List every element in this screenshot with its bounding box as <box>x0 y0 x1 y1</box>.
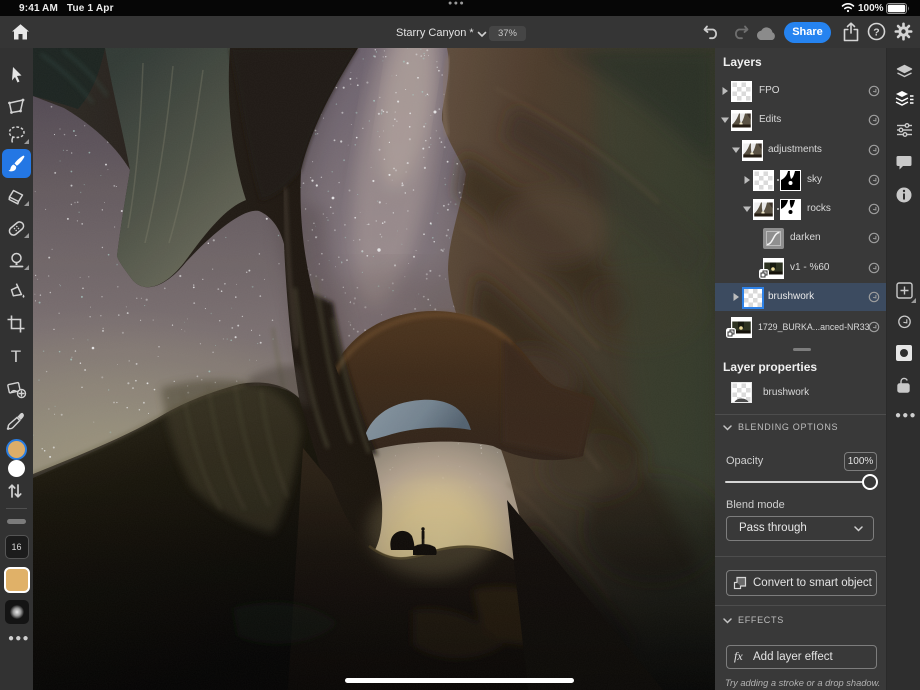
svg-text:T: T <box>11 347 21 366</box>
svg-text:?: ? <box>873 26 879 38</box>
